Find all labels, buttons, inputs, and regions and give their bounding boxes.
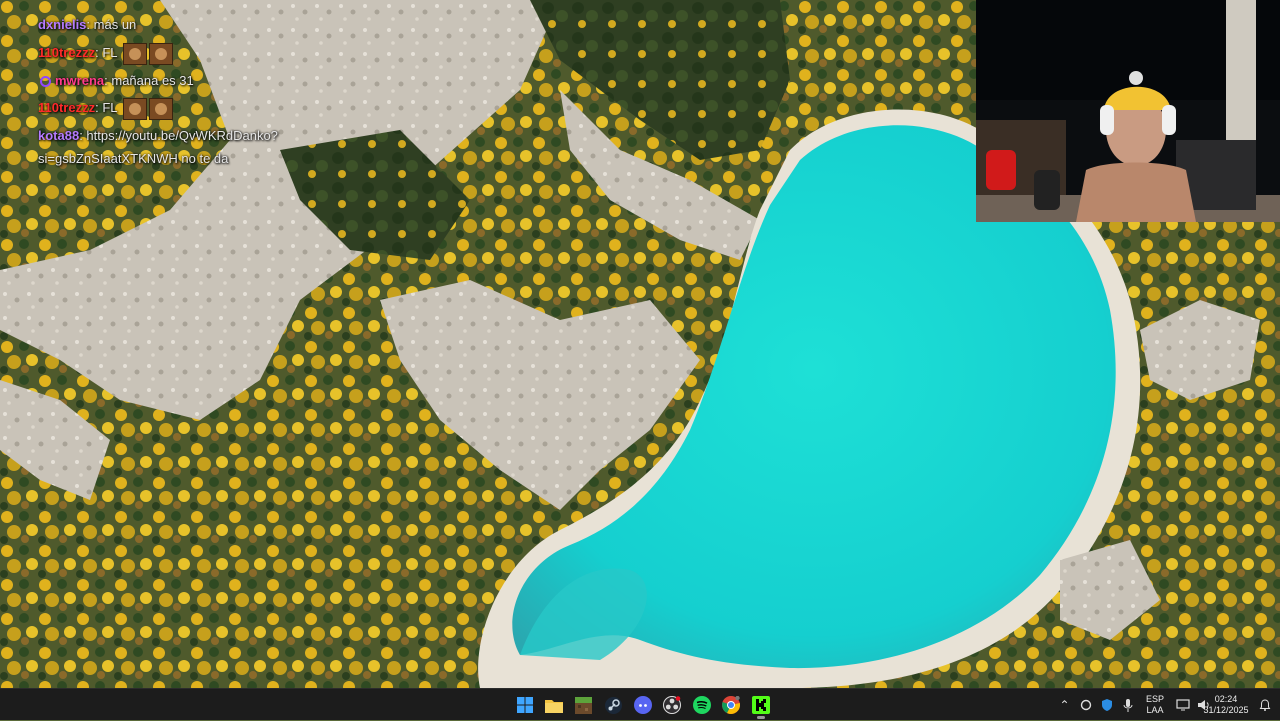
chrome-icon — [722, 696, 741, 714]
taskbar: ⌃ ESP LAA 02:24 31/12/2025 — [0, 688, 1280, 720]
chat-text: : FL — [95, 100, 118, 115]
chat-username: 110trezzz — [38, 100, 96, 115]
subscriber-badge-icon — [40, 76, 51, 88]
start-button[interactable] — [510, 689, 540, 721]
notification-bell-icon — [1259, 699, 1271, 711]
clock-date: 31/12/2025 — [1203, 705, 1249, 715]
sync-tray-button[interactable] — [1075, 689, 1096, 721]
file-explorer-button[interactable] — [540, 689, 570, 721]
clock-time: 02:24 — [1214, 694, 1238, 704]
minecraft-icon — [575, 696, 593, 714]
windows-logo-icon — [516, 697, 533, 713]
folder-icon — [545, 699, 564, 713]
steam-icon — [604, 696, 622, 714]
chat-message: 110trezzz: FL — [38, 97, 173, 120]
obs-button[interactable] — [658, 689, 688, 721]
chat-message: kota88: https://youtu.be/QvWKRdDanko? — [38, 125, 278, 147]
chat-text: : FL — [95, 45, 118, 60]
clock-button[interactable]: 02:24 31/12/2025 — [1196, 689, 1256, 721]
microphone-tray-button[interactable] — [1117, 689, 1138, 721]
discord-button[interactable] — [628, 689, 658, 721]
network-button[interactable] — [1172, 689, 1193, 721]
chat-message: 110trezzz: FL — [38, 42, 173, 65]
spotify-button[interactable] — [687, 689, 717, 721]
steam-button[interactable] — [599, 689, 629, 721]
chrome-button[interactable] — [717, 689, 747, 721]
spotify-icon — [692, 696, 711, 714]
chat-text: : mañana es 31 — [104, 73, 194, 88]
kick-icon — [751, 696, 770, 714]
chat-message-continuation: si=gsbZnSIaatXTKNWH no te da — [38, 151, 229, 166]
chevron-up-icon: ⌃ — [1059, 698, 1070, 712]
shield-icon — [1101, 699, 1112, 711]
microphone-icon — [1123, 698, 1132, 712]
chat-text: : más un — [86, 17, 137, 32]
chat-text: : https://youtu.be/QvWKRdDanko? — [79, 128, 278, 143]
language-code: ESP — [1145, 694, 1164, 704]
obs-icon — [663, 696, 682, 714]
chat-username: mwrena — [55, 73, 105, 88]
emote-icon — [122, 97, 147, 120]
chat-username: dxnielis — [38, 17, 87, 32]
emote-icon — [122, 42, 147, 65]
discord-icon — [633, 696, 652, 714]
emote-icon — [148, 42, 173, 65]
show-hidden-icons-button[interactable]: ⌃ — [1054, 689, 1075, 721]
chat-message: dxnielis: más un — [38, 14, 136, 36]
minecraft-button[interactable] — [569, 689, 599, 721]
chat-message: mwrena: mañana es 31 — [40, 70, 194, 92]
input-language-button[interactable]: ESP LAA — [1138, 689, 1172, 721]
stream-chat-overlay: dxnielis: más un 110trezzz: FL mwrena: m… — [0, 0, 400, 175]
notifications-button[interactable] — [1256, 689, 1274, 721]
emote-icon — [148, 97, 173, 120]
monitor-network-icon — [1175, 699, 1190, 711]
sync-icon — [1080, 699, 1091, 711]
keyboard-layout: LAA — [1146, 705, 1164, 715]
webcam-overlay — [976, 0, 1280, 222]
taskbar-apps — [510, 689, 776, 721]
chat-username: kota88 — [38, 128, 80, 143]
system-tray: ⌃ ESP LAA — [1054, 689, 1214, 721]
security-tray-button[interactable] — [1096, 689, 1117, 721]
kick-button[interactable] — [746, 689, 776, 721]
chat-username: 110trezzz — [38, 45, 96, 60]
